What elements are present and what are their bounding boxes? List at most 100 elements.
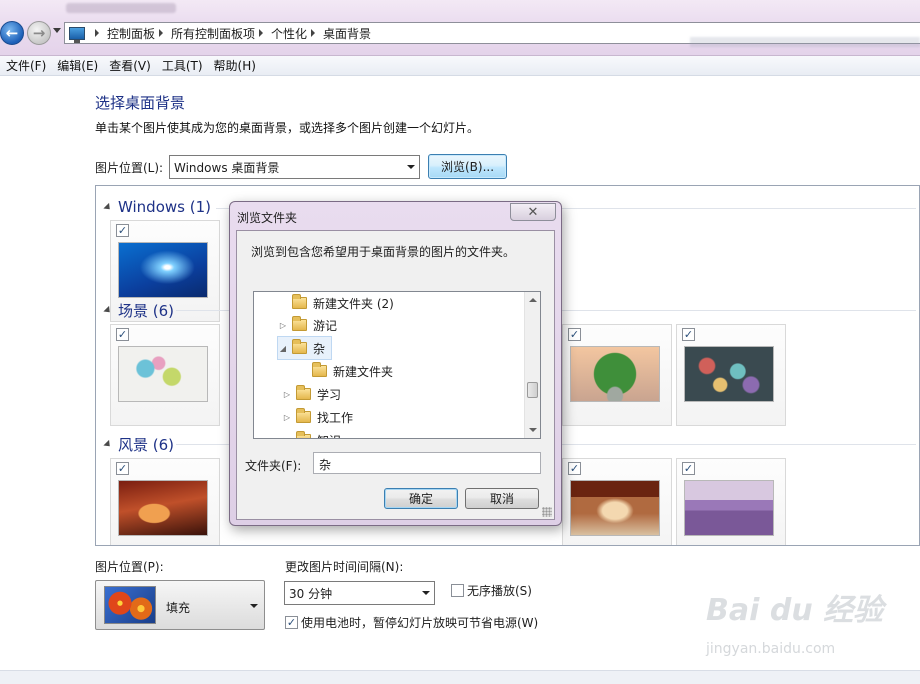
interval-label: 更改图片时间间隔(N): (285, 560, 404, 574)
expand-arrow-icon[interactable]: ▷ (282, 390, 292, 399)
tree-item-label: 游记 (313, 318, 338, 333)
collapse-arrow-icon[interactable] (103, 305, 113, 316)
breadcrumb-chevron-icon[interactable] (159, 29, 164, 37)
wallpaper-thumbnail (684, 480, 774, 536)
breadcrumb-desktop-background[interactable]: 桌面背景 (323, 25, 371, 42)
bottom-strip (0, 670, 920, 684)
folder-icon (292, 294, 307, 309)
picture-position-dropdown[interactable]: 填充 (95, 580, 265, 630)
cancel-button[interactable]: 取消 (465, 488, 539, 509)
wallpaper-tile[interactable]: ✓ (562, 458, 672, 545)
wallpaper-checkbox[interactable]: ✓ (682, 462, 695, 475)
wallpaper-checkbox[interactable]: ✓ (568, 328, 581, 341)
collapse-arrow-icon[interactable] (103, 439, 113, 450)
tree-item-selected[interactable]: ◢ 杂 (276, 336, 333, 360)
tree-item[interactable]: ▷ 知识 (282, 429, 341, 439)
chevron-down-icon (422, 591, 430, 595)
wallpaper-tile[interactable]: ✓ (676, 324, 786, 426)
scroll-thumb[interactable] (527, 382, 538, 398)
wallpaper-tile[interactable]: ✓ (110, 324, 220, 426)
group-scenes-header[interactable]: 场景 (6) (103, 300, 175, 321)
picture-position-value: 填充 (166, 601, 191, 615)
back-button[interactable]: ← (0, 21, 24, 45)
close-icon: ✕ (527, 204, 539, 220)
picture-location-label: 图片位置(L): (95, 161, 164, 175)
forward-button[interactable]: → (27, 21, 51, 45)
menu-help[interactable]: 帮助(H) (212, 57, 263, 74)
scroll-up-icon[interactable] (529, 298, 537, 302)
menu-view[interactable]: 查看(V) (107, 57, 158, 74)
battery-pause-checkbox[interactable]: ✓ (285, 616, 298, 629)
breadcrumb-chevron-icon[interactable] (95, 29, 99, 37)
dialog-description: 浏览到包含您希望用于桌面背景的图片的文件夹。 (251, 245, 516, 259)
group-label: Windows (1) (118, 198, 211, 216)
picture-position-label: 图片位置(P): (95, 560, 164, 574)
folder-icon (312, 362, 327, 377)
shuffle-checkbox[interactable] (451, 584, 464, 597)
wallpaper-checkbox[interactable]: ✓ (116, 328, 129, 341)
menu-tools[interactable]: 工具(T) (160, 57, 210, 74)
picture-location-select[interactable]: Windows 桌面背景 (169, 155, 420, 179)
interval-value: 30 分钟 (289, 586, 333, 601)
chevron-down-icon (250, 604, 258, 608)
tree-item[interactable]: ▷ 学习 (282, 383, 341, 405)
group-windows-header[interactable]: Windows (1) (103, 198, 211, 216)
scroll-down-icon[interactable] (529, 428, 537, 432)
breadcrumb-chevron-icon[interactable] (311, 29, 316, 37)
expand-arrow-icon[interactable]: ▷ (278, 321, 288, 330)
collapse-arrow-icon[interactable]: ◢ (278, 344, 288, 353)
wallpaper-tile[interactable]: ✓ (110, 458, 220, 545)
tree-item[interactable]: ▷ 找工作 (282, 406, 353, 428)
position-preview-thumbnail (104, 586, 156, 624)
wallpaper-thumbnail (118, 480, 208, 536)
wallpaper-thumbnail (570, 346, 660, 402)
folder-icon (292, 316, 307, 331)
wallpaper-checkbox[interactable]: ✓ (568, 462, 581, 475)
shuffle-label[interactable]: 无序播放(S) (467, 582, 532, 599)
wallpaper-tile[interactable]: ✓ (562, 324, 672, 426)
watermark-logo: Bai du 经验 (706, 593, 884, 628)
resize-grip-icon[interactable] (542, 507, 552, 517)
page-description: 单击某个图片使其成为您的桌面背景，或选择多个图片创建一个幻灯片。 (95, 121, 480, 135)
group-label: 风景 (6) (118, 436, 175, 454)
breadcrumb-all-items[interactable]: 所有控制面板项 (171, 25, 255, 42)
page-title: 选择桌面背景 (95, 94, 186, 112)
dialog-title: 浏览文件夹 (237, 211, 298, 225)
picture-location-value: Windows 桌面背景 (174, 160, 280, 175)
wallpaper-tile[interactable]: ✓ (676, 458, 786, 545)
recent-pages-dropdown-icon[interactable] (53, 28, 61, 33)
breadcrumb-control-panel[interactable]: 控制面板 (107, 25, 155, 42)
expand-arrow-icon[interactable]: ▷ (282, 436, 292, 439)
tree-scrollbar[interactable] (524, 292, 540, 438)
menu-edit[interactable]: 编辑(E) (55, 57, 105, 74)
collapse-arrow-icon[interactable] (103, 202, 113, 212)
folder-icon (292, 339, 307, 354)
folder-field[interactable]: 杂 (313, 452, 541, 474)
wallpaper-checkbox[interactable]: ✓ (116, 224, 129, 237)
tree-item[interactable]: 新建文件夹 (312, 360, 393, 382)
folder-icon (296, 408, 311, 423)
breadcrumb-chevron-icon[interactable] (259, 29, 264, 37)
menu-file[interactable]: 文件(F) (4, 57, 53, 74)
expand-arrow-icon[interactable]: ▷ (282, 413, 292, 422)
group-landscapes-header[interactable]: 风景 (6) (103, 434, 175, 455)
wallpaper-thumbnail (570, 480, 660, 536)
interval-select[interactable]: 30 分钟 (284, 581, 435, 605)
tree-item-label: 新建文件夹 (333, 364, 394, 379)
ok-button[interactable]: 确定 (384, 488, 458, 509)
wallpaper-thumbnail (118, 242, 208, 298)
tree-item[interactable]: ▷ 游记 (278, 314, 337, 336)
back-arrow-icon: ← (5, 24, 19, 42)
group-label: 场景 (6) (118, 302, 175, 320)
breadcrumb-personalization[interactable]: 个性化 (271, 25, 307, 42)
dialog-close-button[interactable]: ✕ (510, 203, 556, 221)
tree-item[interactable]: 新建文件夹 (2) (292, 292, 394, 314)
watermark-url: jingyan.baidu.com (706, 641, 836, 657)
browse-button[interactable]: 浏览(B)... (428, 154, 507, 179)
battery-pause-label[interactable]: 使用电池时，暂停幻灯片放映可节省电源(W) (301, 614, 538, 631)
folder-tree[interactable]: 新建文件夹 (2) ▷ 游记 ◢ 杂 新建文件夹 ▷ 学习 ▷ 找工作 (253, 291, 541, 439)
tree-item-label: 知识 (317, 432, 341, 439)
wallpaper-checkbox[interactable]: ✓ (116, 462, 129, 475)
control-panel-icon (69, 26, 85, 43)
wallpaper-checkbox[interactable]: ✓ (682, 328, 695, 341)
